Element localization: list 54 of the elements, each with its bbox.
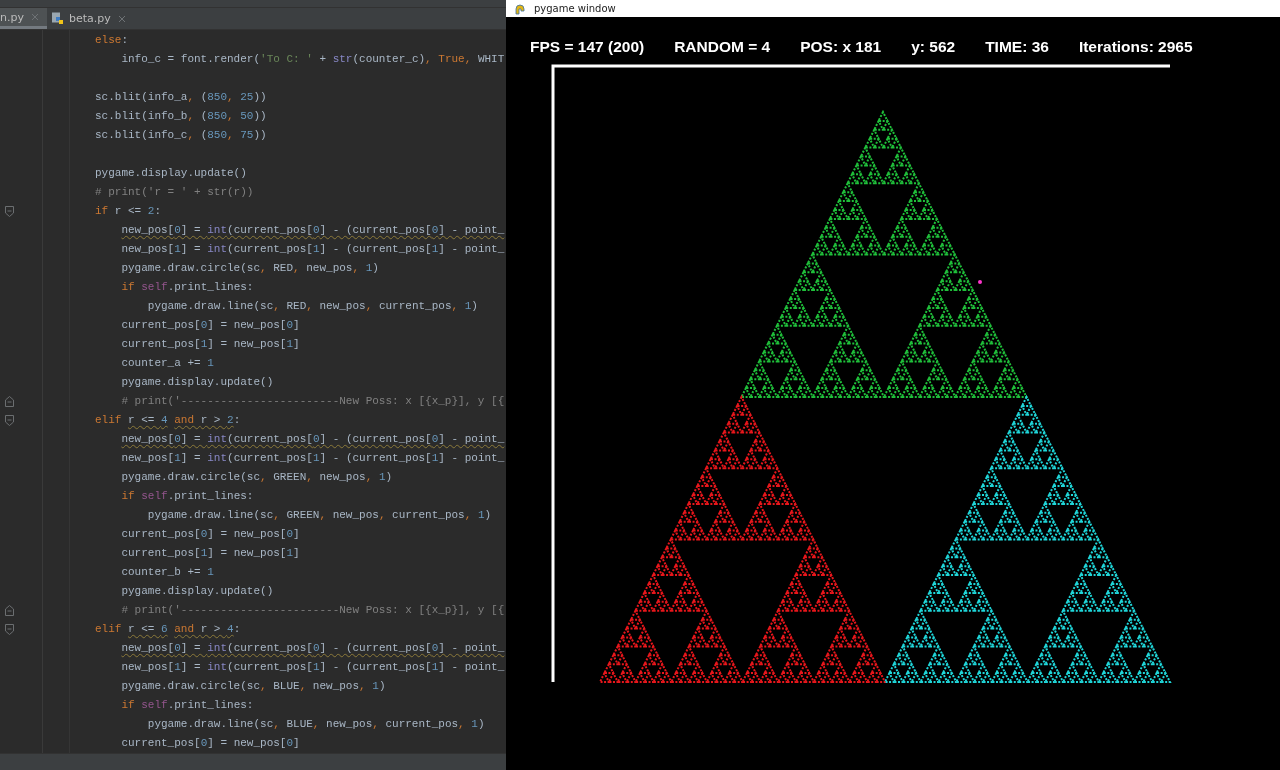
code-line: counter_a += 1 [120,356,214,372]
code-line: new_pos[0] = int(current_pos[0] - (current_pos[0] - point_ [120,223,505,239]
code-line: # print('r = ' + str(r)) [95,185,254,201]
fold-icon[interactable] [4,624,14,636]
code-line: new_pos[1] = int(current_pos[1] - (current_pos[1] - point_ [120,451,505,467]
code-line: elif r <= 6 and r > 4: [95,622,241,638]
code-line: current_pos[0] = new_pos[0] [120,527,300,543]
code-line: counter_b += 1 [120,565,214,581]
fold-icon[interactable] [4,415,14,427]
code-line: # print('------------------------New Poss: x [{x_p}], y [{ [120,394,505,410]
code-line: sc.blit(info_a, (850, 25)) [95,90,267,106]
editor-tab[interactable]: n.py [0,7,47,30]
code-line: sc.blit(info_c, (850, 75)) [95,128,267,144]
snake-icon [514,2,526,15]
code-line: # print('------------------------New Poss: x [{x_p}], y [{ [120,603,505,619]
code-line: sc.blit(info_b, (850, 50)) [95,109,267,125]
code-line: pygame.draw.line(sc, GREEN, new_pos, current_pos, 1) [146,508,492,524]
stat-label: Iterations: 2965 [1078,38,1193,56]
code-line: if self.print_lines: [120,698,254,714]
code-line: pygame.draw.circle(sc, GREEN, new_pos, 1) [120,470,393,486]
code-line: new_pos[1] = int(current_pos[1] - (current_pos[1] - point_ [120,660,505,676]
code-line: pygame.display.update() [120,584,274,600]
stat-label: RANDOM = 4 [674,38,771,56]
stat-label: POS: x 181 [800,38,882,56]
close-icon[interactable] [30,13,39,22]
close-icon[interactable] [117,14,126,23]
position-dot [978,280,982,284]
code-line: current_pos[0] = new_pos[0] [120,736,300,752]
code-line: pygame.display.update() [120,375,274,391]
code-line: else: [95,33,128,49]
code-line: pygame.display.update() [95,166,247,182]
code-line: if r <= 2: [95,204,162,220]
code-line: pygame.draw.circle(sc, RED, new_pos, 1) [120,261,379,277]
code-line: new_pos[1] = int(current_pos[1] - (current_pos[1] - point_ [120,242,505,258]
fold-icon[interactable] [4,605,14,617]
code-line: new_pos[0] = int(current_pos[0] - (current_pos[0] - point_ [120,432,505,448]
code-line: if self.print_lines: [120,280,254,296]
stat-label: FPS = 147 (200) [530,38,645,56]
code-line: current_pos[0] = new_pos[0] [120,318,300,334]
code-line: new_pos[0] = int(current_pos[0] - (current_pos[0] - point_ [120,641,505,657]
code-line: if self.print_lines: [120,489,254,505]
code-line: current_pos[1] = new_pos[1] [120,337,300,353]
code-line: pygame.draw.line(sc, BLUE, new_pos, current_pos, 1) [146,717,485,733]
code-line: elif r <= 4 and r > 2: [95,413,241,429]
fold-icon[interactable] [4,206,14,218]
stat-label: y: 562 [911,38,956,56]
window-title: pygame window [534,3,616,14]
fold-icon[interactable] [4,396,14,408]
code-line: current_pos[1] = new_pos[1] [120,546,300,562]
code-line: info_c = font.render('To C: ' + str(counter_c), True, WHIT [120,52,505,68]
editor-tab[interactable]: beta.py [46,7,134,30]
code-line: pygame.draw.circle(sc, BLUE, new_pos, 1) [120,679,386,695]
stat-label: TIME: 36 [985,38,1049,56]
code-line: pygame.draw.line(sc, RED, new_pos, current_pos, 1) [146,299,478,315]
